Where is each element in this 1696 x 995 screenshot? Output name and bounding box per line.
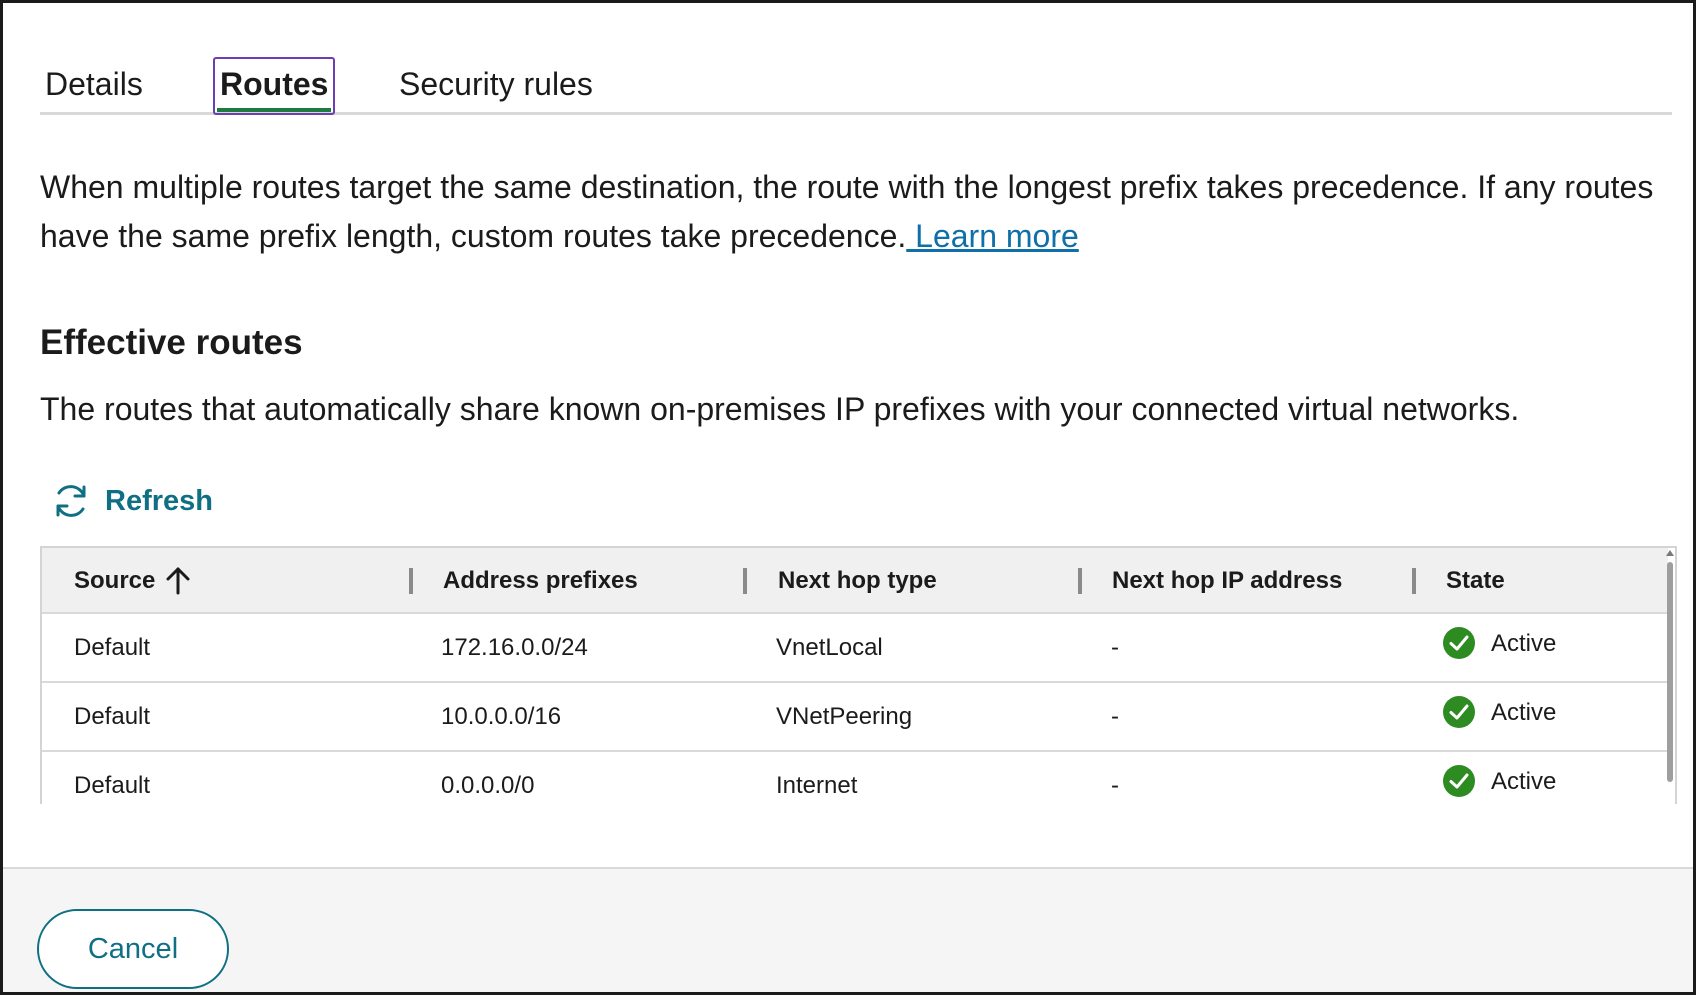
table-header: Source Address prefixes Next hop type Ne… (42, 548, 1668, 614)
column-header-next-hop-type[interactable]: Next hop type (778, 548, 937, 614)
column-header-state[interactable]: State (1446, 548, 1505, 614)
scroll-up-arrow[interactable] (1666, 550, 1674, 556)
arrow-up-icon[interactable] (164, 565, 192, 597)
cell-next-hop-ip: - (1111, 703, 1119, 730)
cell-address-prefix: 10.0.0.0/16 (441, 703, 562, 730)
section-description: The routes that automatically share know… (40, 391, 1520, 427)
state-label: Active (1491, 767, 1557, 795)
table-row[interactable]: Default 172.16.0.0/24 VnetLocal - Active (42, 614, 1668, 683)
column-resize-handle[interactable] (409, 568, 413, 594)
cell-next-hop-type: VnetLocal (776, 634, 883, 661)
column-resize-handle[interactable] (1412, 568, 1416, 594)
cancel-button[interactable]: Cancel (37, 909, 229, 989)
state-label: Active (1491, 629, 1557, 657)
cell-source: Default (74, 634, 151, 661)
cell-state: Active (1442, 752, 1556, 804)
effective-routes-table: Source Address prefixes Next hop type Ne… (40, 546, 1677, 804)
tab-details[interactable]: Details (40, 57, 148, 115)
routes-panel: Details Routes Security rules When multi… (0, 0, 1696, 995)
cell-source: Default (74, 772, 151, 799)
check-circle-icon (1443, 765, 1475, 797)
cell-next-hop-type: Internet (776, 772, 858, 799)
cell-next-hop-ip: - (1111, 772, 1119, 799)
footer: Cancel (3, 867, 1693, 992)
table-scrollbar[interactable] (1667, 562, 1673, 782)
state-label: Active (1491, 698, 1557, 726)
table-row[interactable]: Default 0.0.0.0/0 Internet - Active (42, 752, 1668, 804)
table-row[interactable]: Default 10.0.0.0/16 VNetPeering - Active (42, 683, 1668, 752)
section-title: Effective routes (40, 323, 303, 362)
routes-description: When multiple routes target the same des… (40, 163, 1670, 261)
refresh-label: Refresh (105, 484, 213, 517)
column-header-source-label: Source (74, 567, 156, 594)
tab-security-rules[interactable]: Security rules (394, 57, 598, 115)
routes-description-text: When multiple routes target the same des… (40, 169, 1654, 254)
tab-routes[interactable]: Routes (213, 57, 336, 115)
refresh-icon (56, 485, 86, 517)
cell-next-hop-type: VNetPeering (776, 703, 913, 730)
column-header-next-hop-ip[interactable]: Next hop IP address (1112, 548, 1342, 614)
check-circle-icon (1443, 627, 1475, 659)
column-header-address-prefixes[interactable]: Address prefixes (443, 548, 638, 614)
cell-address-prefix: 172.16.0.0/24 (441, 634, 588, 661)
column-header-source[interactable]: Source (74, 548, 155, 614)
cell-address-prefix: 0.0.0.0/0 (441, 772, 535, 799)
column-resize-handle[interactable] (1078, 568, 1082, 594)
check-circle-icon (1443, 696, 1475, 728)
cell-state: Active (1442, 683, 1556, 741)
cell-next-hop-ip: - (1111, 634, 1119, 661)
cell-state: Active (1442, 614, 1556, 672)
refresh-button[interactable]: Refresh (51, 477, 213, 525)
column-resize-handle[interactable] (743, 568, 747, 594)
cell-source: Default (74, 703, 151, 730)
learn-more-link[interactable]: Learn more (906, 218, 1079, 254)
tab-bar: Details Routes Security rules (40, 57, 1672, 115)
